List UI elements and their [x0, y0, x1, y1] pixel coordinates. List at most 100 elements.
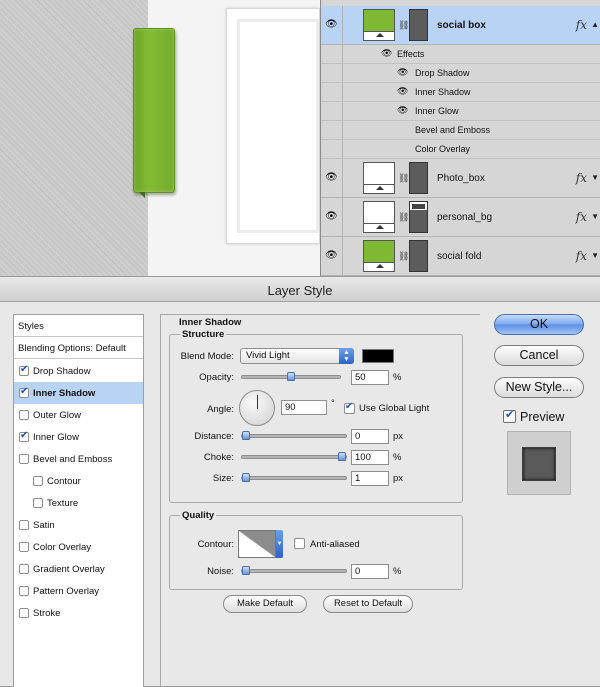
choke-slider[interactable]	[241, 452, 347, 461]
pattern-overlay-checkbox[interactable]	[19, 586, 29, 596]
eye-icon[interactable]: 👁	[325, 212, 338, 222]
inner-shadow-checkbox[interactable]	[19, 386, 29, 398]
style-item-outer-glow[interactable]: Outer Glow	[14, 404, 143, 426]
eye-icon[interactable]: 👁	[381, 49, 392, 58]
eye-icon[interactable]: 👁	[325, 173, 338, 183]
satin-checkbox[interactable]	[19, 520, 29, 530]
distance-slider[interactable]	[241, 431, 347, 440]
noise-slider-knob[interactable]	[242, 566, 250, 575]
layer-row-social-box[interactable]: 👁 ⛓ social box fx ▲	[321, 6, 600, 45]
shadow-color-swatch[interactable]	[362, 349, 394, 363]
contour-dropdown-arrow-icon[interactable]: ▼	[276, 530, 283, 558]
link-icon[interactable]: ⛓	[398, 212, 409, 222]
style-item-inner-shadow[interactable]: Inner Shadow	[14, 382, 143, 404]
new-style-button[interactable]: New Style...	[494, 377, 584, 398]
effect-row-inner-shadow[interactable]: 👁 Inner Shadow	[321, 83, 600, 102]
eye-icon[interactable]: 👁	[397, 106, 408, 115]
inner-glow-checkbox[interactable]	[19, 430, 29, 442]
layer-row-personal-bg[interactable]: 👁 ⛓ personal_bg fx ▼	[321, 198, 600, 237]
reset-to-default-button[interactable]: Reset to Default	[323, 595, 413, 613]
link-icon[interactable]: ⛓	[398, 173, 409, 183]
style-item-satin[interactable]: Satin	[14, 514, 143, 536]
select-arrows-icon[interactable]: ▲ ▼	[339, 348, 354, 364]
style-item-label: Stroke	[33, 608, 61, 619]
photo-box-frame	[237, 19, 319, 233]
texture-checkbox[interactable]	[33, 498, 43, 508]
blending-options-item[interactable]: Blending Options: Default	[14, 337, 143, 359]
style-item-stroke[interactable]: Stroke	[14, 602, 143, 624]
layer-row-social-fold[interactable]: 👁 ⛓ social fold fx ▼	[321, 237, 600, 276]
size-label: Size:	[212, 473, 234, 484]
effect-row-bevel-emboss[interactable]: Bevel and Emboss	[321, 121, 600, 140]
bevel-emboss-checkbox[interactable]	[19, 454, 29, 464]
make-default-button[interactable]: Make Default	[223, 595, 307, 613]
size-input[interactable]: 1	[351, 471, 389, 486]
choke-slider-knob[interactable]	[338, 452, 346, 461]
effect-eye-cell	[321, 140, 343, 158]
angle-dial[interactable]	[239, 390, 275, 426]
drop-shadow-checkbox[interactable]	[19, 364, 29, 376]
style-item-color-overlay[interactable]: Color Overlay	[14, 536, 143, 558]
opacity-input[interactable]: 50	[351, 370, 389, 385]
gradient-overlay-checkbox[interactable]	[19, 564, 29, 574]
size-slider-knob[interactable]	[242, 473, 250, 482]
layer-row-photo-box[interactable]: 👁 ⛓ Photo_box fx ▼	[321, 159, 600, 198]
angle-unit: °	[331, 398, 335, 409]
use-global-light-checkbox[interactable]	[344, 401, 355, 414]
contour-checkbox[interactable]	[33, 476, 43, 486]
effect-row-drop-shadow[interactable]: 👁 Drop Shadow	[321, 64, 600, 83]
style-item-pattern-overlay[interactable]: Pattern Overlay	[14, 580, 143, 602]
ok-button[interactable]: OK	[494, 314, 584, 335]
effect-row-inner-glow[interactable]: 👁 Inner Glow	[321, 102, 600, 121]
size-slider[interactable]	[241, 473, 347, 482]
color-overlay-checkbox[interactable]	[19, 542, 29, 552]
preview-checkbox[interactable]	[503, 409, 516, 423]
link-icon[interactable]: ⛓	[398, 20, 409, 30]
blend-mode-value: Vivid Light	[246, 350, 290, 361]
layer-thumbnail	[363, 201, 395, 233]
opacity-slider-knob[interactable]	[287, 372, 295, 381]
style-item-texture[interactable]: Texture	[14, 492, 143, 514]
expand-arrow-icon[interactable]: ▼	[591, 213, 599, 221]
dialog-titlebar[interactable]: Layer Style	[0, 277, 600, 302]
style-item-drop-shadow[interactable]: Drop Shadow	[14, 360, 143, 382]
choke-input[interactable]: 100	[351, 450, 389, 465]
collapse-arrow-icon[interactable]: ▲	[591, 21, 599, 29]
style-item-label: Gradient Overlay	[33, 564, 105, 575]
visibility-toggle[interactable]: 👁	[321, 159, 343, 197]
eye-icon[interactable]: 👁	[397, 87, 408, 96]
eye-icon[interactable]: 👁	[325, 251, 338, 261]
outer-glow-checkbox[interactable]	[19, 410, 29, 420]
distance-slider-knob[interactable]	[242, 431, 250, 440]
expand-arrow-icon[interactable]: ▼	[591, 174, 599, 182]
effect-eye-cell	[321, 64, 343, 82]
layer-mask-thumbnail	[409, 240, 428, 272]
cancel-button[interactable]: Cancel	[494, 345, 584, 366]
style-item-inner-glow[interactable]: Inner Glow	[14, 426, 143, 448]
style-item-contour[interactable]: Contour	[14, 470, 143, 492]
eye-icon[interactable]: 👁	[397, 68, 408, 77]
visibility-toggle[interactable]: 👁	[321, 198, 343, 236]
style-item-gradient-overlay[interactable]: Gradient Overlay	[14, 558, 143, 580]
visibility-toggle[interactable]: 👁	[321, 6, 343, 44]
visibility-toggle[interactable]: 👁	[321, 237, 343, 275]
style-item-bevel-emboss[interactable]: Bevel and Emboss	[14, 448, 143, 470]
expand-arrow-icon[interactable]: ▼	[591, 252, 599, 260]
angle-input[interactable]: 90	[281, 400, 327, 415]
distance-label: Distance:	[194, 431, 234, 442]
effect-row-color-overlay[interactable]: Color Overlay	[321, 140, 600, 159]
blend-mode-select[interactable]: Vivid Light ▲ ▼	[240, 348, 354, 364]
styles-header[interactable]: Styles	[14, 315, 143, 337]
opacity-slider[interactable]	[241, 372, 341, 381]
stroke-checkbox[interactable]	[19, 608, 29, 618]
distance-input[interactable]: 0	[351, 429, 389, 444]
link-icon[interactable]: ⛓	[398, 251, 409, 261]
fx-icon: fx	[575, 249, 587, 263]
layer-thumbnail	[363, 240, 395, 272]
noise-slider[interactable]	[241, 566, 347, 575]
opacity-unit: %	[393, 372, 402, 383]
noise-input[interactable]: 0	[351, 564, 389, 579]
eye-icon[interactable]: 👁	[325, 20, 338, 30]
contour-preview[interactable]	[238, 530, 276, 558]
anti-aliased-checkbox[interactable]	[294, 538, 305, 549]
